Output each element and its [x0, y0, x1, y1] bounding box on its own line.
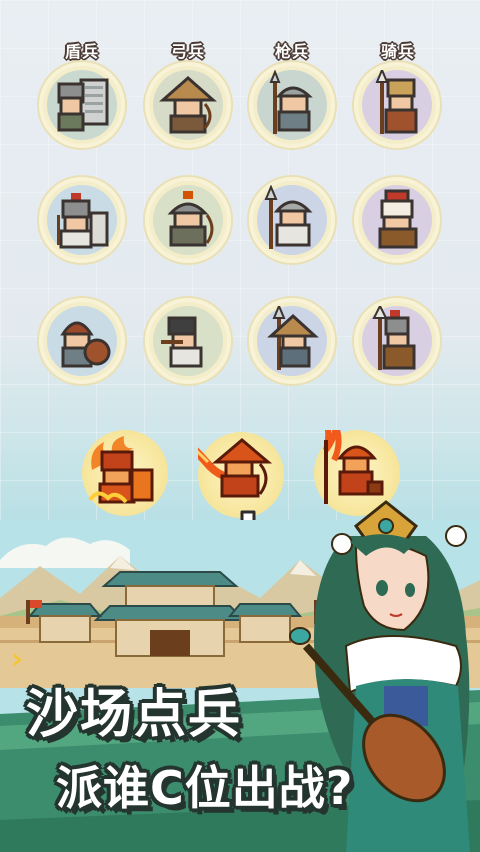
archer-soldier-icon: [153, 306, 223, 376]
archer-soldier-icon: [153, 70, 223, 140]
unit-spear-row2[interactable]: [249, 177, 335, 263]
scroll-arrow-icon[interactable]: ›: [6, 640, 28, 678]
shield-soldier-icon: [47, 185, 117, 255]
spear-soldier-icon: [257, 70, 327, 140]
unit-cavalry-row3[interactable]: [354, 298, 440, 384]
unit-fire-shield[interactable]: [82, 430, 168, 516]
column-label-archer: 弓兵: [170, 42, 205, 61]
spear-soldier-icon: [257, 306, 327, 376]
promo-screen: 盾兵 弓兵 枪兵 骑兵 › 沙场点兵 派谁C位出战?: [0, 0, 480, 852]
unit-cavalry-row2[interactable]: [354, 177, 440, 263]
unit-fire-archer[interactable]: [167, 423, 284, 518]
cavalry-soldier-icon: [362, 306, 432, 376]
unit-shield-row3[interactable]: [39, 298, 125, 384]
cavalry-soldier-icon: [362, 70, 432, 140]
unit-shield-row2[interactable]: [39, 177, 125, 263]
unit-archer-row2[interactable]: [145, 177, 231, 263]
banner-title: 沙场点兵: [26, 685, 243, 745]
spear-soldier-icon: [257, 185, 327, 255]
cavalry-soldier-icon: [362, 185, 432, 255]
unit-spear-row1[interactable]: [249, 62, 335, 148]
unit-spear-row3[interactable]: [249, 298, 335, 384]
fire-shield-soldier-icon: [88, 436, 154, 504]
column-label-cavalry: 骑兵: [380, 42, 415, 61]
column-label-spear: 枪兵: [274, 42, 309, 61]
unit-archer-row1[interactable]: [145, 62, 231, 148]
unit-archer-row3[interactable]: [145, 298, 231, 384]
fire-archer-soldier-icon: [167, 423, 273, 498]
unit-cavalry-row1[interactable]: [354, 62, 440, 148]
column-label-shield: 盾兵: [64, 42, 99, 61]
archer-soldier-icon: [153, 185, 223, 255]
banner-subtitle: 派谁C位出战?: [56, 761, 354, 815]
unit-shield-row1[interactable]: [39, 62, 125, 148]
shield-soldier-icon: [47, 306, 117, 376]
shield-soldier-icon: [47, 70, 117, 140]
